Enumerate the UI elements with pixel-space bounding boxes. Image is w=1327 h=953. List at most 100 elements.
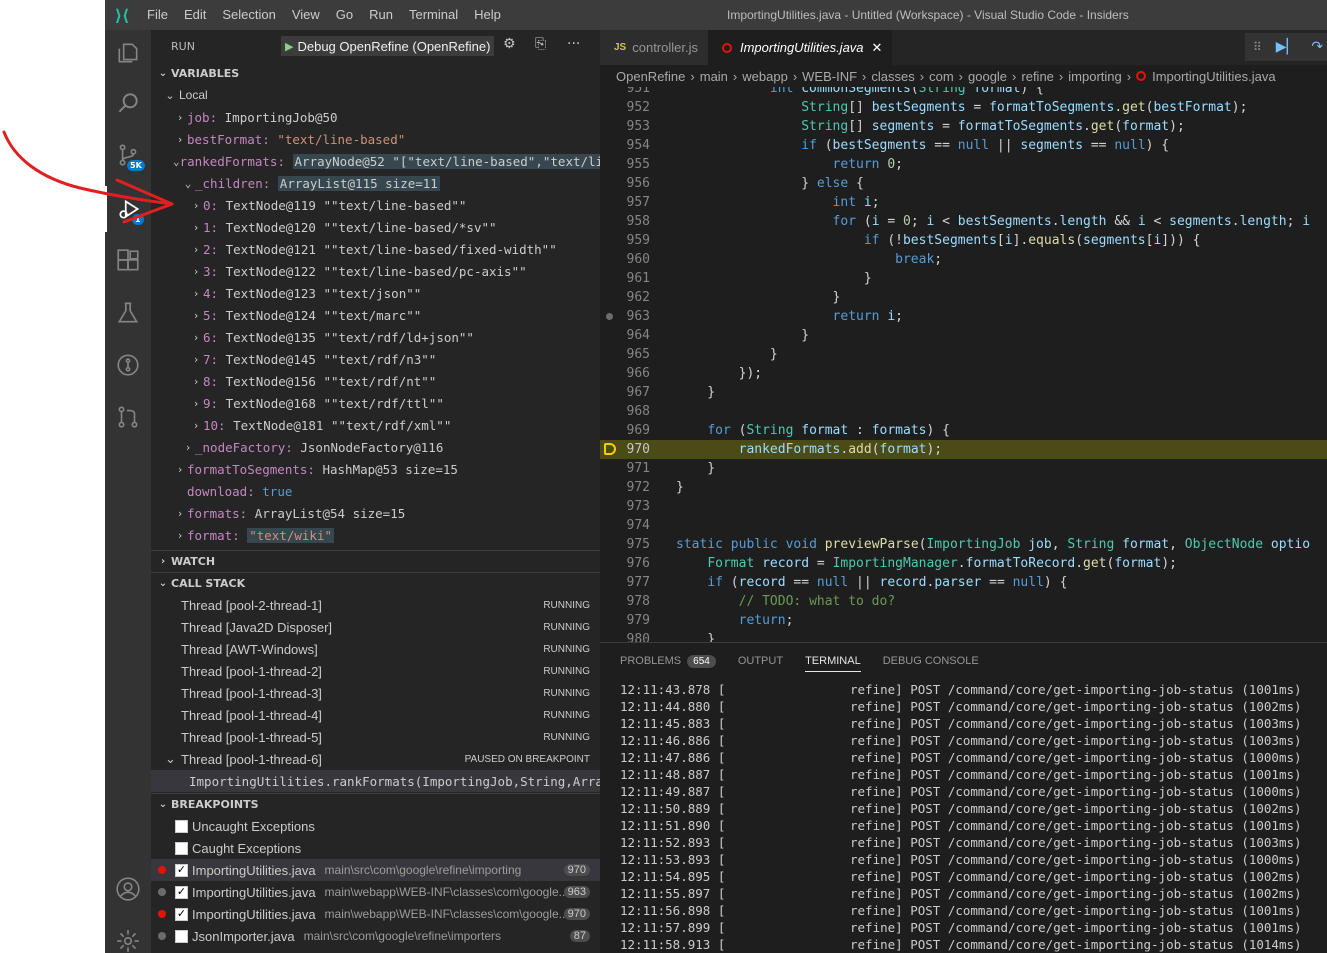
code-line[interactable]: 952 String[] bestSegments = formatToSegm…: [600, 98, 1327, 117]
code-line[interactable]: 954 if (bestSegments == null || segments…: [600, 136, 1327, 155]
variable-job[interactable]: › job: ImportingJob@50: [151, 106, 600, 128]
code-line[interactable]: 960 break;: [600, 250, 1327, 269]
breadcrumb-item[interactable]: refine: [1021, 69, 1054, 84]
code-line[interactable]: 978 // TODO: what to do?: [600, 592, 1327, 611]
step-over-icon[interactable]: ↷: [1311, 39, 1323, 55]
child-node-row[interactable]: › 1: TextNode@120 ""text/line-based/*sv"": [151, 216, 600, 238]
thread-row[interactable]: Thread [AWT-Windows] RUNNING: [151, 638, 600, 660]
child-node-row[interactable]: › 9: TextNode@168 ""text/rdf/ttl"": [151, 392, 600, 414]
caught-exceptions-breakpoint[interactable]: Caught Exceptions: [151, 837, 600, 859]
breadcrumb-item[interactable]: classes: [871, 69, 914, 84]
breadcrumb-item[interactable]: importing: [1068, 69, 1121, 84]
code-line[interactable]: 957 int i;: [600, 193, 1327, 212]
settings-gear-icon[interactable]: [105, 918, 151, 953]
close-icon[interactable]: ✕: [872, 40, 883, 56]
child-node-row[interactable]: › 6: TextNode@135 ""text/rdf/ld+json"": [151, 326, 600, 348]
variable-nodefactory[interactable]: › _nodeFactory: JsonNodeFactory@116: [151, 436, 600, 458]
code-line[interactable]: 958 for (i = 0; i < bestSegments.length …: [600, 212, 1327, 231]
scope-local[interactable]: ⌄ Local: [151, 84, 600, 106]
menu-edit[interactable]: Edit: [176, 0, 214, 30]
continue-icon[interactable]: ▶▏: [1276, 39, 1298, 55]
checkbox[interactable]: [175, 819, 188, 833]
tab-importingutilities-java[interactable]: ImportingUtilities.java ✕: [707, 30, 893, 65]
thread-row[interactable]: Thread [pool-1-thread-5] RUNNING: [151, 726, 600, 748]
code-line[interactable]: 967 }: [600, 383, 1327, 402]
source-control-icon[interactable]: 5K: [105, 132, 151, 178]
breadcrumb-item[interactable]: main: [700, 69, 728, 84]
child-node-row[interactable]: › 2: TextNode@121 ""text/line-based/fixed…: [151, 238, 600, 260]
code-line[interactable]: 979 return;: [600, 611, 1327, 630]
stack-frame[interactable]: ImportingUtilities.rankFormats(Importing…: [151, 770, 600, 792]
code-line[interactable]: 971 }: [600, 459, 1327, 478]
checkbox[interactable]: ✓: [175, 907, 188, 921]
account-icon[interactable]: [105, 866, 151, 912]
debug-configuration-dropdown[interactable]: ▶ Debug OpenRefine (OpenRefine): [281, 36, 495, 56]
tab-terminal[interactable]: TERMINAL: [805, 650, 861, 672]
child-node-row[interactable]: › 10: TextNode@181 ""text/rdf/xml"": [151, 414, 600, 436]
code-line[interactable]: 970 rankedFormats.add(format);: [600, 440, 1327, 459]
code-line[interactable]: 956 } else {: [600, 174, 1327, 193]
explorer-icon[interactable]: [105, 30, 151, 76]
thread-row[interactable]: Thread [pool-1-thread-2] RUNNING: [151, 660, 600, 682]
code-line[interactable]: 977 if (record == null || record.parser …: [600, 573, 1327, 592]
menu-run[interactable]: Run: [361, 0, 401, 30]
breakpoint-item[interactable]: ✓ ImportingUtilities.java main\webapp\WEB-…: [151, 881, 600, 903]
menu-help[interactable]: Help: [466, 0, 509, 30]
thread-row[interactable]: ⌄ Thread [pool-1-thread-6] PAUSED ON BREAK…: [151, 748, 600, 770]
drag-handle-icon[interactable]: ⠿: [1253, 40, 1262, 54]
code-line[interactable]: 962 }: [600, 288, 1327, 307]
code-line[interactable]: 965 }: [600, 345, 1327, 364]
code-line[interactable]: 973: [600, 497, 1327, 516]
search-icon[interactable]: [105, 80, 151, 126]
tab-output[interactable]: OUTPUT: [738, 655, 783, 667]
variable-download[interactable]: download: true: [151, 480, 600, 502]
watch-section-header[interactable]: › WATCH: [151, 550, 600, 572]
code-line[interactable]: 951 int commonSegments(String format) {: [600, 87, 1327, 98]
checkbox[interactable]: ✓: [175, 885, 188, 899]
breadcrumb-item[interactable]: WEB-INF: [802, 69, 857, 84]
code-line[interactable]: 974: [600, 516, 1327, 535]
variable-rankedformats[interactable]: ⌄ rankedFormats: ArrayNode@52 "["text/li…: [151, 150, 600, 172]
child-node-row[interactable]: › 5: TextNode@124 ""text/marc"": [151, 304, 600, 326]
menu-selection[interactable]: Selection: [214, 0, 283, 30]
child-node-row[interactable]: › 7: TextNode@145 ""text/rdf/n3"": [151, 348, 600, 370]
run-debug-icon[interactable]: 1: [105, 186, 151, 232]
code-line[interactable]: 961 }: [600, 269, 1327, 288]
breakpoint-item[interactable]: ✓ ImportingUtilities.java main\src\com\goo…: [151, 859, 600, 881]
menu-view[interactable]: View: [284, 0, 328, 30]
code-line[interactable]: 975 static public void previewParse(Impor…: [600, 535, 1327, 554]
code-line[interactable]: 955 return 0;: [600, 155, 1327, 174]
code-line[interactable]: 963 return i;: [600, 307, 1327, 326]
thread-row[interactable]: Thread [pool-2-thread-1] RUNNING: [151, 594, 600, 616]
open-debug-console-icon[interactable]: ⎘: [535, 36, 546, 52]
child-node-row[interactable]: › 0: TextNode@119 ""text/line-based"": [151, 194, 600, 216]
code-line[interactable]: 972}: [600, 478, 1327, 497]
start-debugging-icon[interactable]: ▶: [285, 40, 293, 53]
code-line[interactable]: 953 String[] segments = formatToSegments…: [600, 117, 1327, 136]
breadcrumb-item[interactable]: OpenRefine: [616, 69, 685, 84]
thread-row[interactable]: Thread [pool-1-thread-3] RUNNING: [151, 682, 600, 704]
pull-request-icon[interactable]: [105, 394, 151, 440]
tab-problems[interactable]: PROBLEMS 654: [620, 654, 716, 668]
code-editor[interactable]: 951 int commonSegments(String format) {9…: [600, 87, 1327, 642]
variables-section-header[interactable]: ⌄ VARIABLES: [151, 62, 600, 84]
code-line[interactable]: 964 }: [600, 326, 1327, 345]
breakpoints-section-header[interactable]: ⌄ BREAKPOINTS: [151, 793, 600, 815]
variable-bestformat[interactable]: › bestFormat: "text/line-based": [151, 128, 600, 150]
code-line[interactable]: 959 if (!bestSegments[i].equals(segments…: [600, 231, 1327, 250]
tab-debug-console[interactable]: DEBUG CONSOLE: [883, 655, 979, 667]
checkbox[interactable]: [175, 841, 188, 855]
variable-children[interactable]: ⌄ _children: ArrayList@115 size=11: [151, 172, 600, 194]
thread-row[interactable]: Thread [Java2D Disposer] RUNNING: [151, 616, 600, 638]
more-actions-icon[interactable]: ···: [567, 36, 580, 52]
variable-format[interactable]: › format: "text/wiki": [151, 524, 600, 546]
call-stack-section-header[interactable]: ⌄ CALL STACK: [151, 572, 600, 594]
child-node-row[interactable]: › 8: TextNode@156 ""text/rdf/nt"": [151, 370, 600, 392]
git-graph-icon[interactable]: [105, 342, 151, 388]
breadcrumb-item[interactable]: ImportingUtilities.java: [1152, 69, 1276, 84]
extensions-icon[interactable]: [105, 238, 151, 284]
tab-controller-js[interactable]: JS controller.js: [600, 30, 708, 65]
thread-row[interactable]: Thread [pool-1-thread-4] RUNNING: [151, 704, 600, 726]
uncaught-exceptions-breakpoint[interactable]: Uncaught Exceptions: [151, 815, 600, 837]
breakpoint-item[interactable]: JsonImporter.java main\src\com\google\ref…: [151, 925, 600, 947]
